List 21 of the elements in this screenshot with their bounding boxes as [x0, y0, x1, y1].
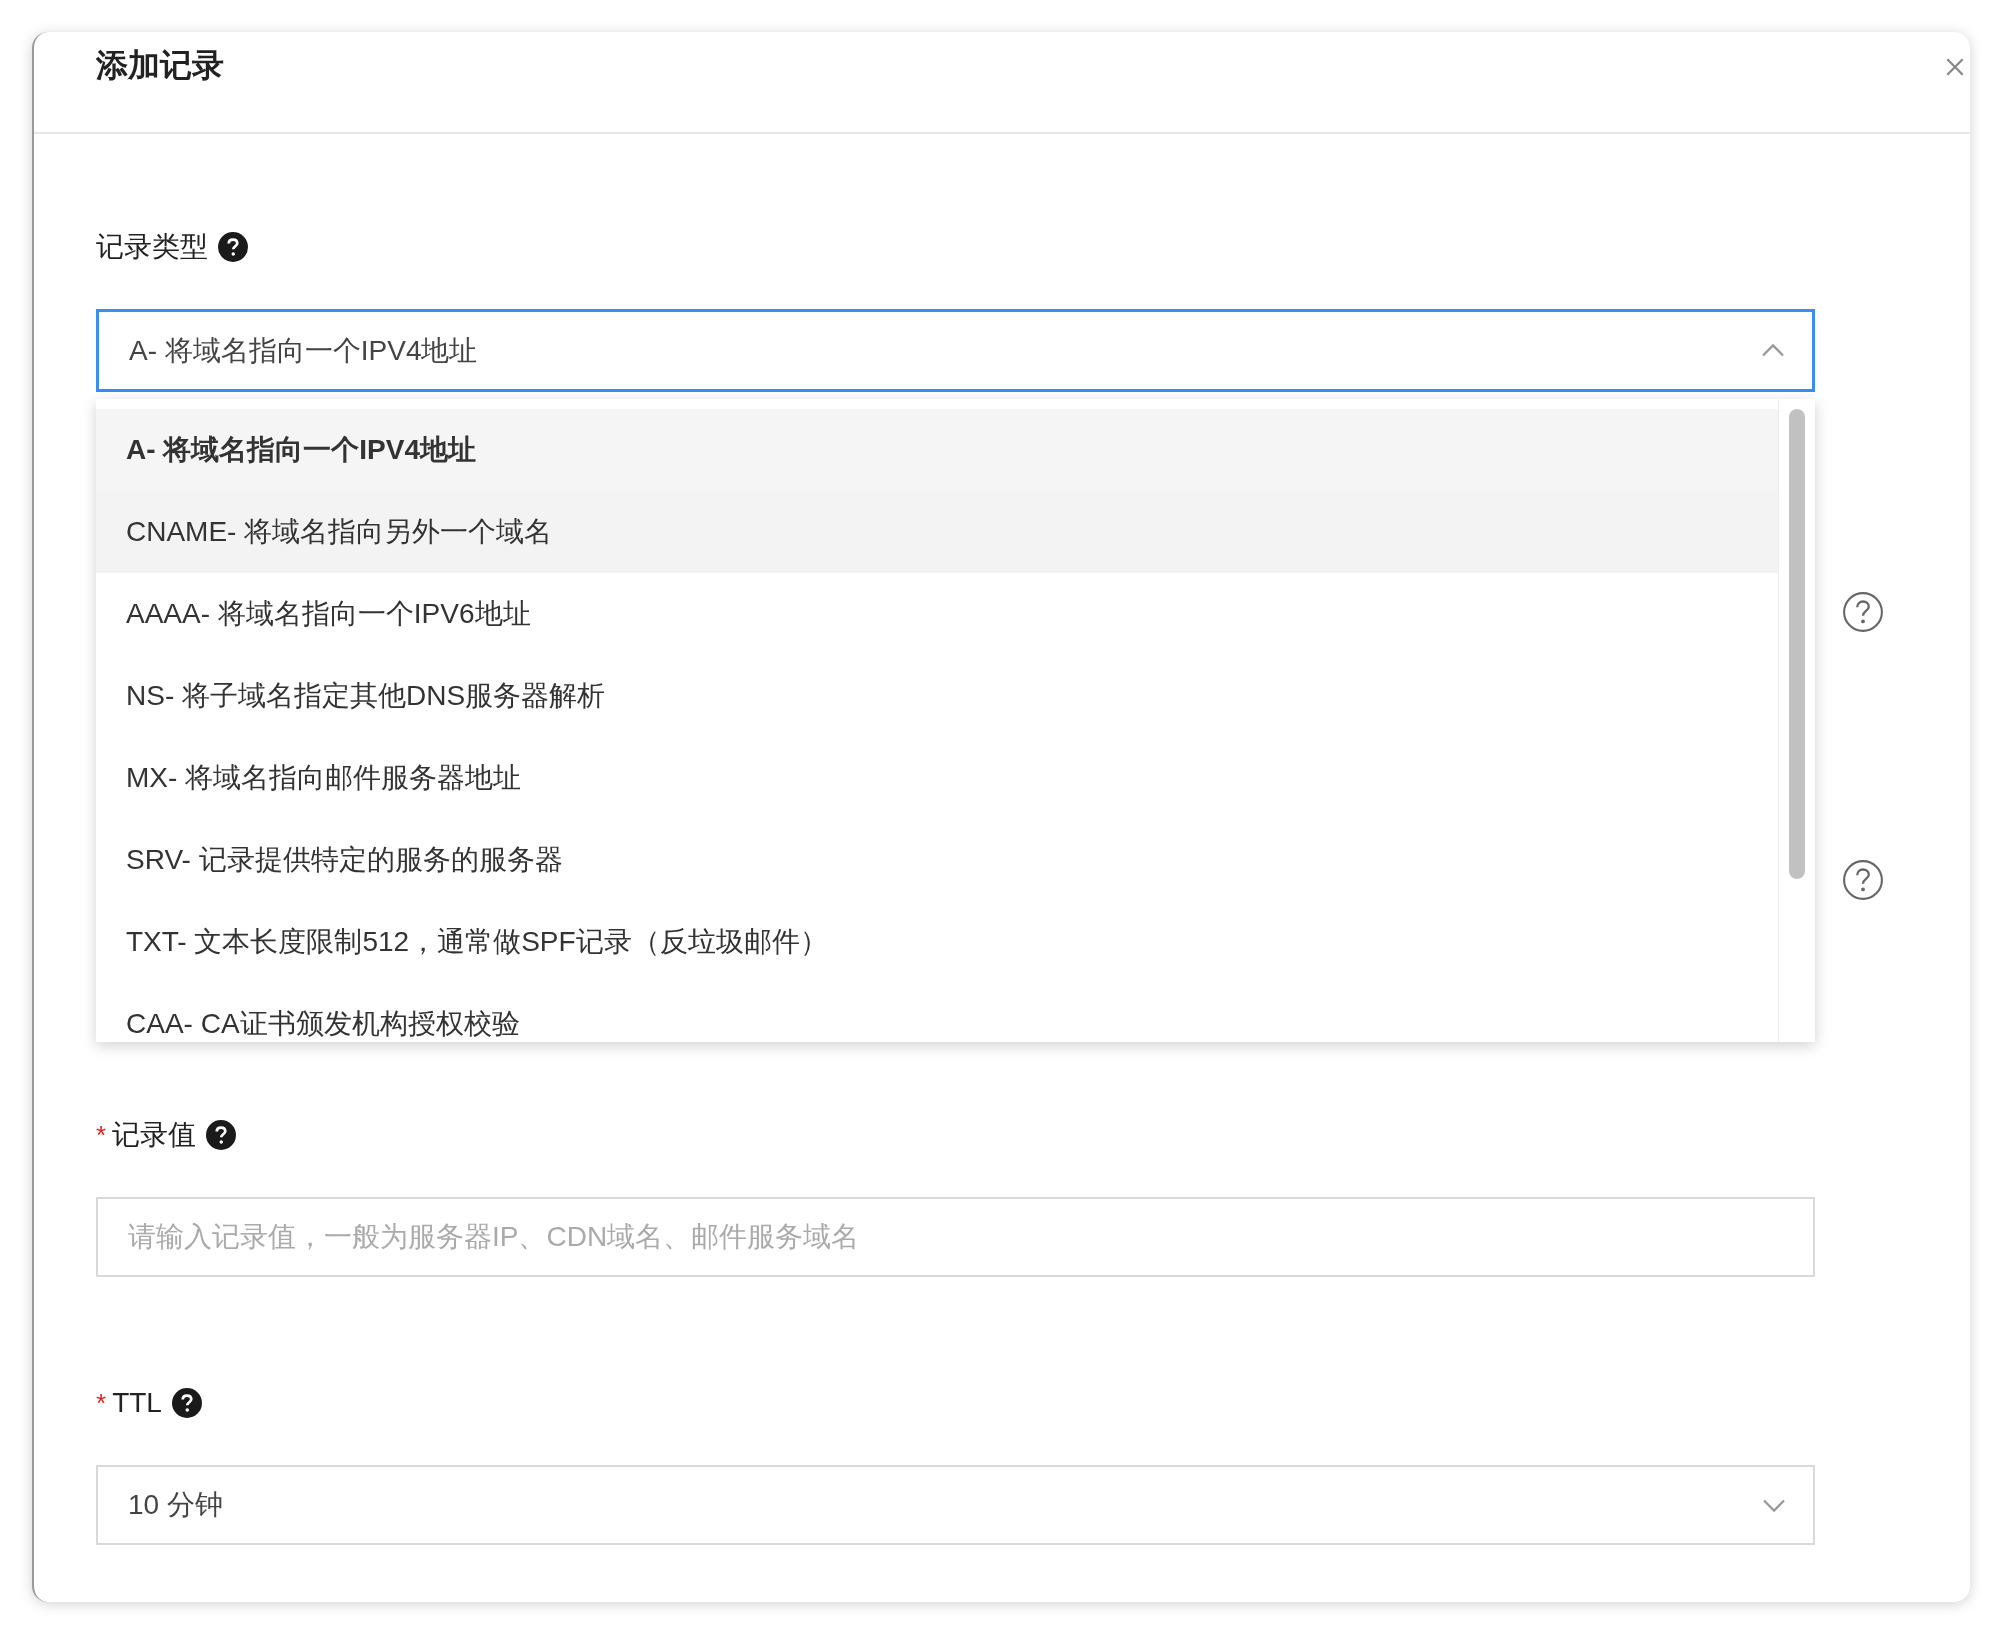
select-field[interactable]: 10 分钟 [96, 1465, 1815, 1545]
field-label: 记录类型 [96, 230, 208, 264]
dropdown-option[interactable]: MX- 将域名指向邮件服务器地址 [96, 737, 1778, 819]
scrollbar-thumb[interactable] [1789, 409, 1805, 879]
input-field[interactable]: 请输入记录值，一般为服务器IP、CDN域名、邮件服务域名 [96, 1197, 1815, 1277]
select-field[interactable]: A- 将域名指向一个IPV4地址 [96, 309, 1815, 392]
field-label: 记录值 [112, 1118, 197, 1152]
help-icon[interactable] [1842, 591, 1884, 633]
dropdown-option[interactable]: TXT- 文本长度限制512，通常做SPF记录（反垃圾邮件） [96, 901, 1778, 983]
dropdown-option[interactable]: CAA- CA证书颁发机构授权校验 [96, 983, 1778, 1042]
dropdown-option[interactable]: CNAME- 将域名指向另外一个域名 [96, 491, 1778, 573]
dropdown-option[interactable]: NS- 将子域名指定其他DNS服务器解析 [96, 655, 1778, 737]
close-icon[interactable] [1944, 56, 1966, 78]
required-mark: * [96, 1387, 107, 1419]
help-icon[interactable] [1842, 859, 1884, 901]
dropdown-option[interactable]: A- 将域名指向一个IPV4地址 [96, 409, 1778, 491]
dropdown-option[interactable]: AAAA- 将域名指向一个IPV6地址 [96, 573, 1778, 655]
dropdown-option[interactable]: SRV- 记录提供特定的服务的服务器 [96, 819, 1778, 901]
field-label: TTL [112, 1386, 162, 1420]
dialog-title: 添加记录 [96, 47, 224, 83]
required-mark: * [96, 1119, 107, 1151]
